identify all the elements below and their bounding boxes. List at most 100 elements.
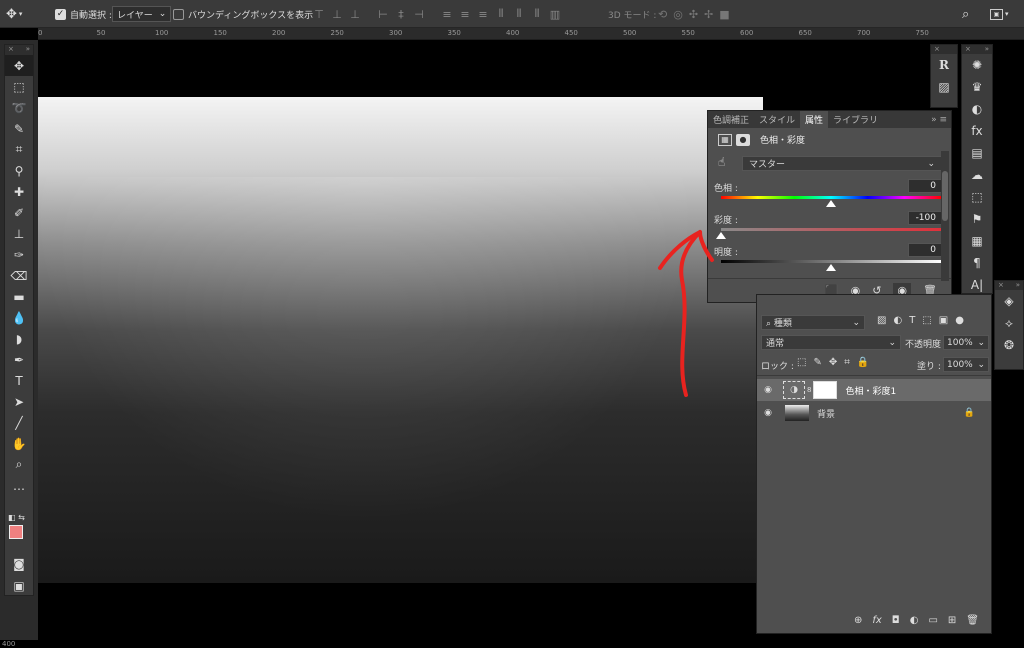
brush-tool-icon[interactable]: ✐ <box>5 202 33 223</box>
lightness-slider[interactable] <box>721 260 941 271</box>
lightness-slider-thumb[interactable] <box>826 264 836 271</box>
layer-row-background[interactable]: ◉ 背景 🔒 <box>757 402 991 424</box>
styles-icon[interactable]: fx <box>962 120 992 142</box>
channels-icon[interactable]: ▤ <box>962 142 992 164</box>
history-brush-tool-icon[interactable]: ✑ <box>5 244 33 265</box>
lightness-input[interactable]: 0 <box>908 243 942 257</box>
paths-panel-icon[interactable]: ⟡ <box>995 312 1023 334</box>
tab-properties[interactable]: 属性 <box>800 111 829 128</box>
align-vcenter-icon[interactable]: ⊥ <box>330 8 344 21</box>
tab-libraries[interactable]: ライブラリ <box>828 111 883 128</box>
new-adjustment-icon[interactable]: ◐ <box>910 615 919 626</box>
adjustment-layer-icon[interactable]: ▦ <box>718 133 732 146</box>
distribute-top-icon[interactable]: ≡ <box>440 8 454 21</box>
hue-slider[interactable] <box>721 196 941 207</box>
align-right-icon[interactable]: ⊣ <box>412 8 426 21</box>
hue-input[interactable]: 0 <box>908 179 942 193</box>
foreground-color-swatch[interactable] <box>9 525 23 539</box>
new-layer-icon[interactable]: ⊞ <box>948 615 956 626</box>
paragraph-icon[interactable]: ¶ <box>962 252 992 274</box>
line-tool-icon[interactable]: ╱ <box>5 412 33 433</box>
saturation-input[interactable]: -100 <box>908 211 942 225</box>
screen-mode-icon[interactable]: ▣ <box>5 575 33 596</box>
hue-slider-thumb[interactable] <box>826 200 836 207</box>
layer-row-hue-saturation[interactable]: ◉ ◑ 8 色相・彩度1 <box>757 379 991 401</box>
saturation-slider[interactable] <box>716 228 941 239</box>
healing-tool-icon[interactable]: ✚ <box>5 181 33 202</box>
zoom-tool-icon[interactable]: ⌕ <box>5 454 33 475</box>
tab-adjustments[interactable]: 色調補正 <box>708 111 754 128</box>
lock-position-icon[interactable]: ✥ <box>829 357 837 368</box>
character-icon[interactable]: A| <box>962 274 992 296</box>
fill-input[interactable]: 100% ⌄ <box>943 357 989 372</box>
filter-pixel-icon[interactable]: ▨ <box>877 315 886 326</box>
search-icon[interactable]: ⌕ <box>962 0 969 28</box>
filter-adjustment-icon[interactable]: ◐ <box>893 315 902 326</box>
channels-panel-icon[interactable]: ❂ <box>995 334 1023 356</box>
distribute-vcenter-icon[interactable]: ≡ <box>458 8 472 21</box>
quick-mask-icon[interactable]: ◙ <box>5 553 33 574</box>
new-group-icon[interactable]: ▭ <box>928 615 937 626</box>
eyedropper-tool-icon[interactable]: ⚲ <box>5 160 33 181</box>
filter-type-icon[interactable]: T <box>909 315 915 326</box>
filter-toggle-icon[interactable]: ● <box>955 315 964 326</box>
move-tool-icon[interactable]: ✥ ▾ <box>6 0 22 28</box>
adjustments-icon[interactable]: ◐ <box>962 98 992 120</box>
eraser-tool-icon[interactable]: ⌫ <box>5 265 33 286</box>
auto-select-checkbox[interactable]: ✓ 自動選択 : <box>55 0 112 28</box>
lock-artboard-icon[interactable]: ⌗ <box>844 357 850 368</box>
align-bottom-icon[interactable]: ⊥ <box>348 8 362 21</box>
distribute-hcenter-icon[interactable]: ⦀ <box>512 7 526 21</box>
filter-shape-icon[interactable]: ⬚ <box>922 315 931 326</box>
auto-align-icon[interactable]: ▥ <box>548 8 562 21</box>
toolbox-grip[interactable]: ×» <box>5 45 33 55</box>
eye-icon[interactable]: ◉ <box>757 408 779 418</box>
fx-icon[interactable]: fx <box>872 615 881 626</box>
filter-smart-icon[interactable]: ▣ <box>939 315 948 326</box>
actions-icon[interactable]: ⚑ <box>962 208 992 230</box>
document-canvas[interactable] <box>38 97 763 583</box>
align-hcenter-icon[interactable]: ‡ <box>394 8 408 21</box>
properties-scrollbar[interactable] <box>941 151 949 281</box>
pen-tool-icon[interactable]: ✒ <box>5 349 33 370</box>
lock-pixels-icon[interactable]: ✎ <box>813 357 821 368</box>
workspace-button[interactable]: ▣ ▾ <box>990 0 1009 28</box>
type-tool-icon[interactable]: T <box>5 370 33 391</box>
saturation-slider-thumb[interactable] <box>716 232 726 239</box>
plugin-icon[interactable]: R <box>931 54 957 76</box>
quick-select-tool-icon[interactable]: ✎ <box>5 118 33 139</box>
brushes-icon[interactable]: ♛ <box>962 76 992 98</box>
move-tool-icon[interactable]: ✥ <box>5 55 33 76</box>
layer-mask-thumbnail[interactable] <box>813 381 838 399</box>
hand-tool-icon[interactable]: ✋ <box>5 433 33 454</box>
marquee-tool-icon[interactable]: ⬚ <box>5 76 33 97</box>
default-colors-icon[interactable]: ◧ ⇆ <box>8 513 25 522</box>
preset-dropdown[interactable]: マスター ⌄ <box>742 156 942 171</box>
crop-tool-icon[interactable]: ⌗ <box>5 139 33 160</box>
3d-scale-icon[interactable]: ■ <box>719 8 729 21</box>
brush-settings-icon[interactable]: ✺ <box>962 54 992 76</box>
mask-icon[interactable]: ● <box>736 133 750 146</box>
distribute-bottom-icon[interactable]: ≡ <box>476 8 490 21</box>
panel-menu-icon[interactable]: » ≡ <box>931 115 951 125</box>
distribute-right-icon[interactable]: ⦀ <box>530 7 544 21</box>
layer-filter-dropdown[interactable]: ⌕ 種類 ⌄ <box>761 315 865 330</box>
path-select-tool-icon[interactable]: ➤ <box>5 391 33 412</box>
bounding-box-checkbox[interactable]: バウンディングボックスを表示 <box>173 0 313 28</box>
paths-icon[interactable]: ⬚ <box>962 186 992 208</box>
auto-select-target-dropdown[interactable]: レイヤー ⌄ <box>112 0 172 28</box>
blend-mode-dropdown[interactable]: 通常 ⌄ <box>761 335 901 350</box>
distribute-left-icon[interactable]: ⦀ <box>494 7 508 21</box>
add-mask-icon[interactable]: ◘ <box>892 615 900 626</box>
layer-name[interactable]: 色相・彩度1 <box>845 384 896 397</box>
3d-rotate-icon[interactable]: ⟲ <box>658 8 667 21</box>
targeted-adjustment-icon[interactable]: ☝ <box>718 155 725 169</box>
lock-all-icon[interactable]: 🔒 <box>857 357 869 368</box>
3d-pan-icon[interactable]: ✣ <box>689 8 698 21</box>
align-top-icon[interactable]: ⊤ <box>312 8 326 21</box>
3d-slide-icon[interactable]: ✢ <box>704 8 713 21</box>
more-tool-icon[interactable]: … <box>5 475 33 496</box>
blur-tool-icon[interactable]: 💧 <box>5 307 33 328</box>
3d-roll-icon[interactable]: ◎ <box>673 8 683 21</box>
layers-icon[interactable]: ◈ <box>995 290 1023 312</box>
